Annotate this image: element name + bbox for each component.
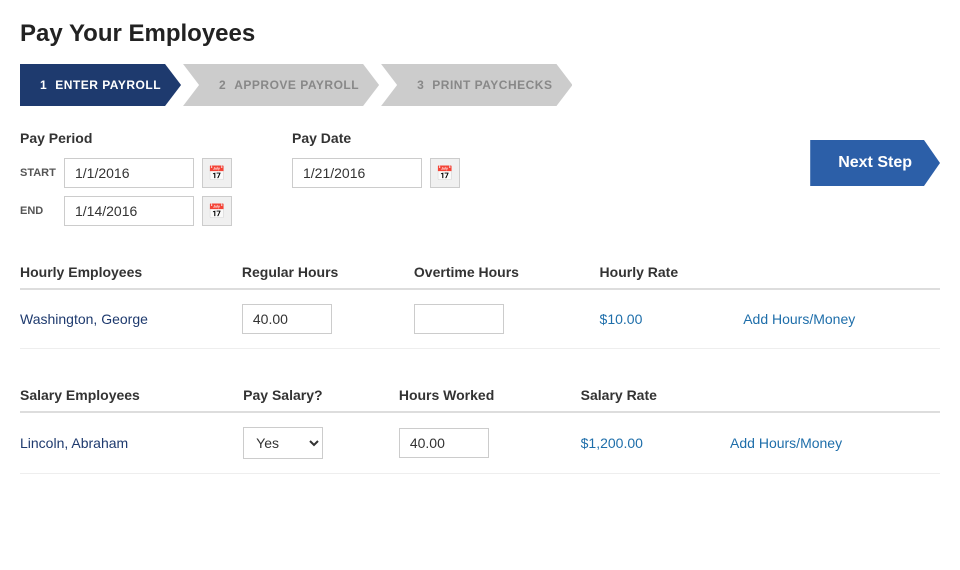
hourly-rate-value: $10.00 bbox=[600, 311, 643, 327]
step-2-label: Approve Payroll bbox=[234, 78, 359, 92]
salary-hours-worked-input[interactable] bbox=[399, 428, 489, 458]
step-2[interactable]: 2 Approve Payroll bbox=[183, 64, 379, 106]
salary-col-employees: Salary Employees bbox=[20, 379, 243, 412]
salary-employees-section: Salary Employees Pay Salary? Hours Worke… bbox=[20, 379, 940, 474]
salary-col-rate: Salary Rate bbox=[581, 379, 730, 412]
table-row: Lincoln, Abraham Yes No $1,200.00 Add Ho… bbox=[20, 412, 940, 474]
step-1-number: 1 bbox=[40, 78, 47, 92]
start-calendar-icon[interactable]: 📅 bbox=[202, 158, 232, 188]
salary-col-action bbox=[730, 379, 940, 412]
hourly-regular-hours-input[interactable] bbox=[242, 304, 332, 334]
date-section: Pay Period START 📅 END 📅 Pay Date 📅 Next bbox=[20, 130, 940, 226]
start-label: START bbox=[20, 167, 56, 179]
pay-period-group: Pay Period START 📅 END 📅 bbox=[20, 130, 232, 226]
hourly-employees-section: Hourly Employees Regular Hours Overtime … bbox=[20, 256, 940, 349]
step-1[interactable]: 1 Enter Payroll bbox=[20, 64, 181, 106]
end-date-row: END 📅 bbox=[20, 196, 232, 226]
end-label: END bbox=[20, 205, 56, 217]
step-3-label: Print Paychecks bbox=[432, 78, 552, 92]
stepper: 1 Enter Payroll 2 Approve Payroll 3 Prin… bbox=[20, 64, 940, 106]
salary-rate-value: $1,200.00 bbox=[581, 435, 643, 451]
pay-date-row: 📅 bbox=[292, 158, 460, 188]
next-step-container: Next Step bbox=[810, 130, 940, 186]
start-date-row: START 📅 bbox=[20, 158, 232, 188]
hourly-employee-name: Washington, George bbox=[20, 311, 148, 327]
salary-employees-table: Salary Employees Pay Salary? Hours Worke… bbox=[20, 379, 940, 474]
salary-col-hours: Hours Worked bbox=[399, 379, 581, 412]
salary-col-pay: Pay Salary? bbox=[243, 379, 399, 412]
step-2-number: 2 bbox=[219, 78, 226, 92]
hourly-col-employees: Hourly Employees bbox=[20, 256, 242, 289]
hourly-col-overtime: Overtime Hours bbox=[414, 256, 600, 289]
pay-date-input[interactable] bbox=[292, 158, 422, 188]
step-3[interactable]: 3 Print Paychecks bbox=[381, 64, 572, 106]
next-step-label: Next Step bbox=[838, 154, 912, 172]
pay-date-calendar-icon[interactable]: 📅 bbox=[430, 158, 460, 188]
end-date-input[interactable] bbox=[64, 196, 194, 226]
start-date-input[interactable] bbox=[64, 158, 194, 188]
hourly-add-link[interactable]: Add Hours/Money bbox=[743, 311, 855, 327]
hourly-col-regular: Regular Hours bbox=[242, 256, 414, 289]
end-calendar-icon[interactable]: 📅 bbox=[202, 196, 232, 226]
salary-add-link[interactable]: Add Hours/Money bbox=[730, 435, 842, 451]
pay-salary-select[interactable]: Yes No bbox=[243, 427, 323, 459]
step-1-label: Enter Payroll bbox=[55, 78, 161, 92]
hourly-overtime-hours-input[interactable] bbox=[414, 304, 504, 334]
step-3-number: 3 bbox=[417, 78, 424, 92]
hourly-col-rate: Hourly Rate bbox=[600, 256, 744, 289]
pay-date-group: Pay Date 📅 bbox=[292, 130, 460, 226]
salary-employee-name: Lincoln, Abraham bbox=[20, 435, 128, 451]
pay-period-label: Pay Period bbox=[20, 130, 232, 146]
page-title: Pay Your Employees bbox=[20, 20, 940, 48]
pay-date-label: Pay Date bbox=[292, 130, 460, 146]
hourly-col-action bbox=[743, 256, 940, 289]
table-row: Washington, George $10.00 Add Hours/Mone… bbox=[20, 289, 940, 349]
hourly-employees-table: Hourly Employees Regular Hours Overtime … bbox=[20, 256, 940, 349]
next-step-button[interactable]: Next Step bbox=[810, 140, 940, 186]
